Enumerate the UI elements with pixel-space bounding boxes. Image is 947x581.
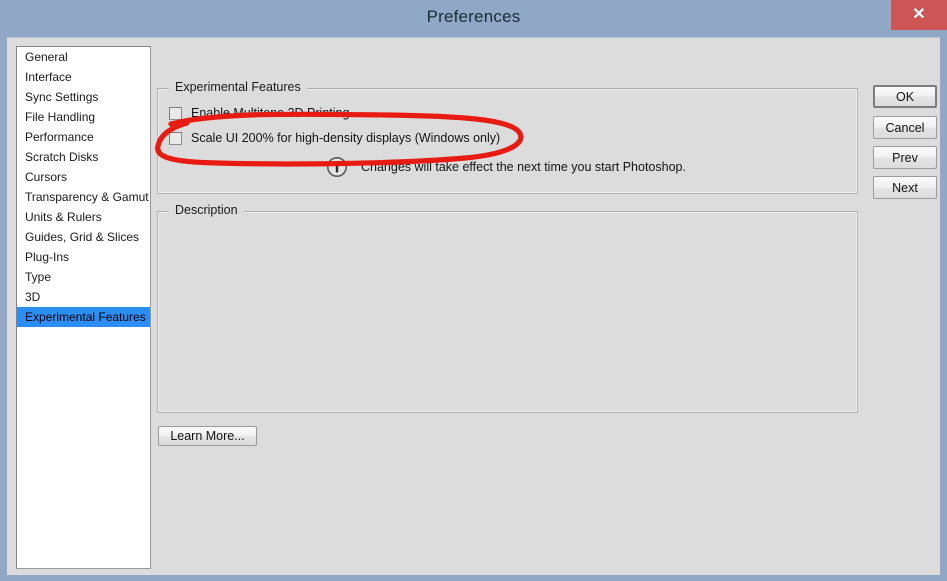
restart-note-text: Changes will take effect the next time y… (361, 160, 686, 174)
description-inner-bevel (158, 212, 857, 412)
ok-button[interactable]: OK (873, 85, 937, 108)
sidebar-item-guides-grid-slices[interactable]: Guides, Grid & Slices (17, 227, 150, 247)
prev-button[interactable]: Prev (873, 146, 937, 169)
category-list[interactable]: General Interface Sync Settings File Handli… (16, 46, 151, 569)
restart-note: Changes will take effect the next time y… (326, 156, 686, 178)
experimental-features-group-title: Experimental Features (169, 80, 307, 94)
sidebar-item-3d[interactable]: 3D (17, 287, 150, 307)
sidebar-item-units-rulers[interactable]: Units & Rulers (17, 207, 150, 227)
preferences-window: Preferences ✕ General Interface Sync Setti… (0, 0, 947, 581)
close-button[interactable]: ✕ (891, 0, 947, 30)
dialog-body: General Interface Sync Settings File Handli… (7, 37, 940, 575)
next-button[interactable]: Next (873, 176, 937, 199)
sidebar-item-plug-ins[interactable]: Plug-Ins (17, 247, 150, 267)
description-group-title: Description (169, 203, 244, 217)
sidebar-item-performance[interactable]: Performance (17, 127, 150, 147)
checkbox-row-multitone-3d-printing[interactable]: Enable Multitone 3D Printing (169, 106, 349, 120)
learn-more-button[interactable]: Learn More... (158, 426, 257, 446)
sidebar-item-cursors[interactable]: Cursors (17, 167, 150, 187)
checkbox-row-scale-ui-200[interactable]: Scale UI 200% for high-density displays … (169, 131, 500, 145)
sidebar-item-interface[interactable]: Interface (17, 67, 150, 87)
title-bar: Preferences ✕ (0, 0, 947, 37)
window-title: Preferences (426, 7, 521, 26)
checkbox-enable-multitone-3d-printing[interactable] (169, 106, 182, 120)
close-icon: ✕ (912, 6, 926, 23)
cancel-button[interactable]: Cancel (873, 116, 937, 139)
sidebar-item-sync-settings[interactable]: Sync Settings (17, 87, 150, 107)
sidebar-item-transparency-gamut[interactable]: Transparency & Gamut (17, 187, 150, 207)
sidebar-item-file-handling[interactable]: File Handling (17, 107, 150, 127)
checkbox-label-scale-ui-200: Scale UI 200% for high-density displays … (191, 131, 501, 145)
description-group: Description (157, 203, 858, 413)
sidebar-item-experimental-features[interactable]: Experimental Features (17, 307, 150, 327)
experimental-features-group: Experimental Features Enable Multitone 3… (157, 80, 858, 194)
sidebar-item-scratch-disks[interactable]: Scratch Disks (17, 147, 150, 167)
sidebar-item-type[interactable]: Type (17, 267, 150, 287)
checkbox-scale-ui-200[interactable] (169, 131, 182, 145)
checkbox-label-enable-multitone-3d-printing: Enable Multitone 3D Printing (191, 106, 350, 120)
info-icon (326, 156, 348, 178)
sidebar-item-general[interactable]: General (17, 47, 150, 67)
